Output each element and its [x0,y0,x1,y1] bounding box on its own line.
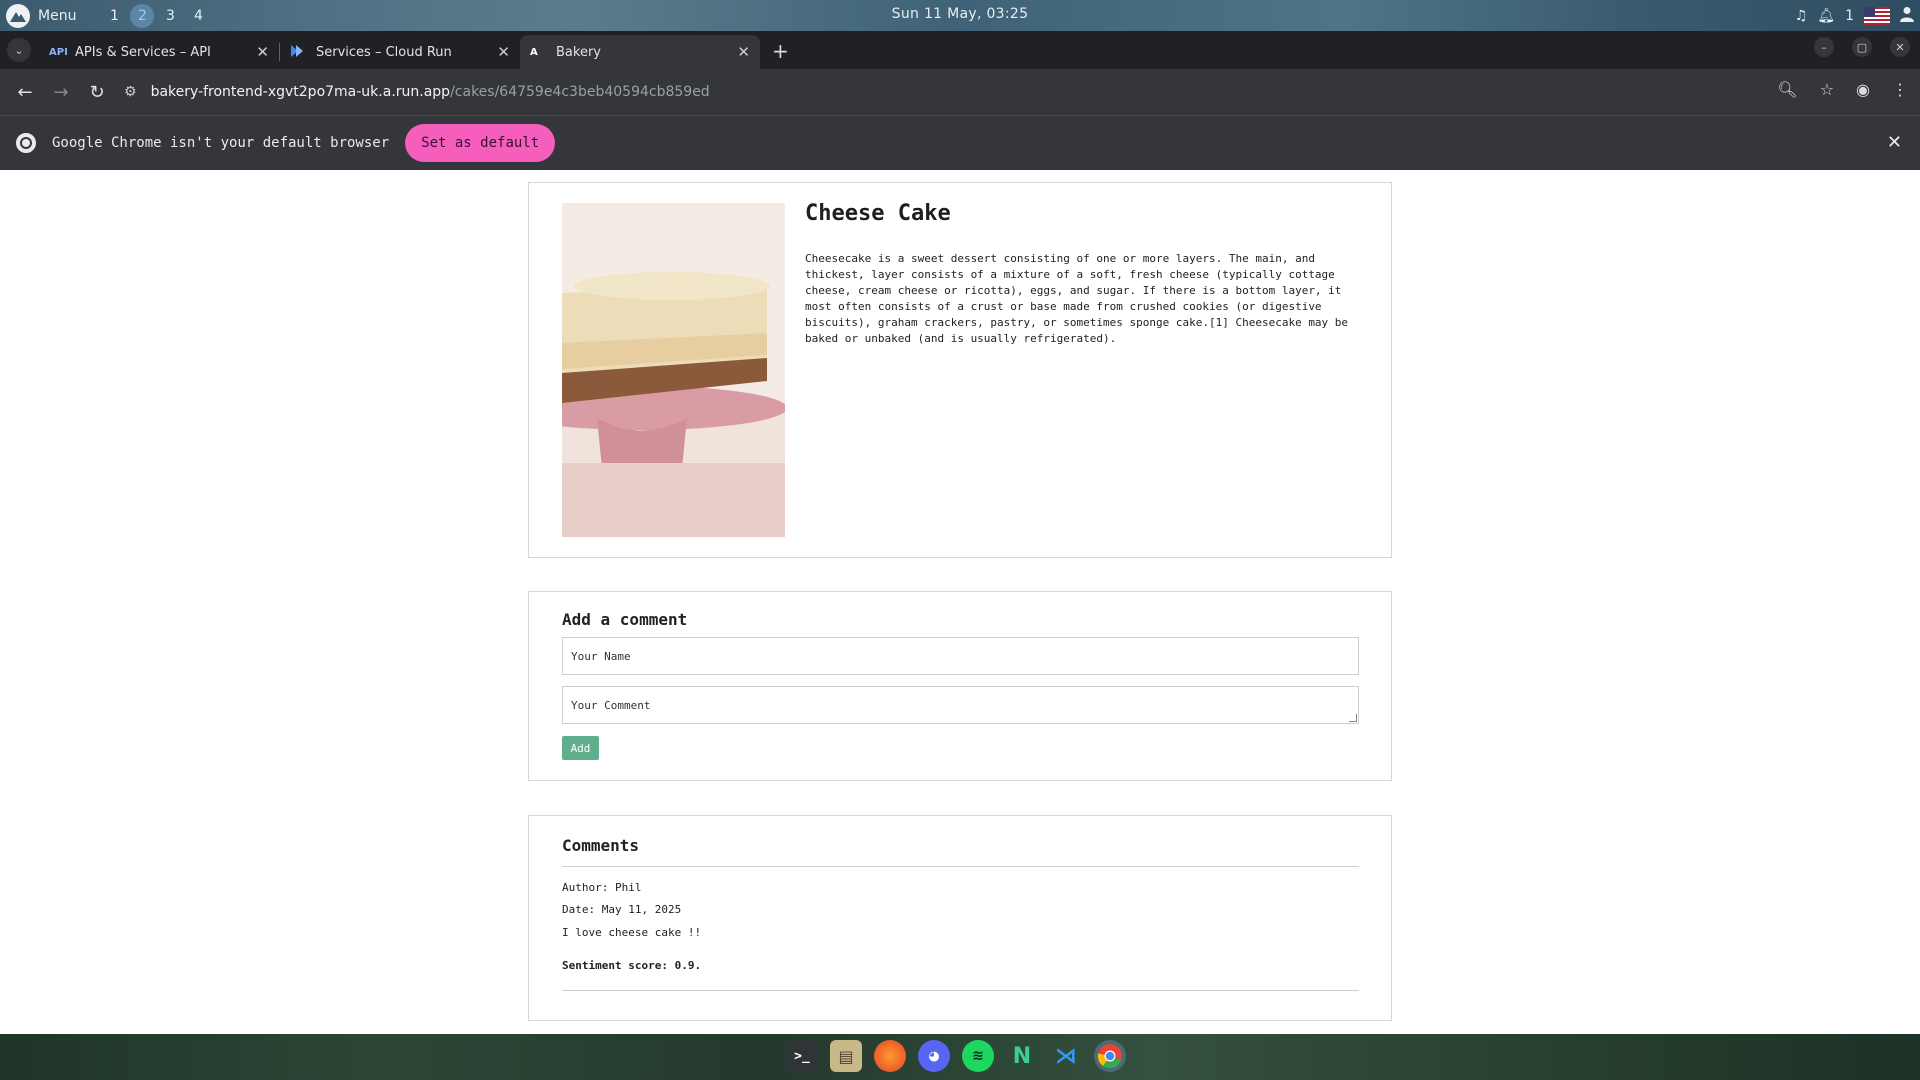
infobar-close-icon[interactable]: ✕ [1887,132,1902,153]
notification-bell-icon[interactable]: 🔔︎ [1817,8,1835,24]
workspace-4[interactable]: 4 [186,4,210,28]
taskbar-dock: >_ ▤ ◕ ≋ N ⋊ [0,1034,1920,1080]
tab-title: APIs & Services – API [75,44,211,60]
spotify-icon[interactable]: ≋ [962,1040,994,1072]
new-tab-plus-icon[interactable]: + [772,39,789,63]
tab-close-icon[interactable]: ✕ [497,43,510,61]
bookmark-star-icon[interactable]: ☆ [1820,80,1834,99]
infobar-message: Google Chrome isn't your default browser [52,135,390,151]
tab-search-chevron-icon[interactable]: ⌄ [7,38,31,62]
user-icon[interactable] [1900,6,1914,26]
maximize-icon[interactable]: ▢ [1852,37,1872,57]
workspace-1[interactable]: 1 [102,4,126,28]
discord-icon[interactable]: ◕ [918,1040,950,1072]
url-host: bakery-frontend-xgvt2po7ma-uk.a.run.app [150,84,451,100]
page-viewport: Cheese Cake Cheesecake is a sweet desser… [0,170,1920,1034]
minimize-icon[interactable]: – [1814,37,1834,57]
comment-date: Date: May 11, 2025 [562,903,682,916]
desktop-top-panel: Menu 1 2 3 4 Sun 11 May, 03:25 ♫ 🔔︎ 1 [0,0,1920,31]
reload-icon[interactable]: ↻ [80,75,114,109]
menu-button[interactable]: Menu [38,8,76,24]
browser-tab-bar: ⌄ API APIs & Services – API ✕ Services –… [0,31,1920,69]
profile-icon[interactable]: ◉ [1856,80,1870,99]
firefox-icon[interactable] [874,1040,906,1072]
keyboard-layout-flag-icon[interactable] [1864,7,1890,25]
comment-author: Author: Phil [562,881,642,894]
add-comment-button[interactable]: Add [562,736,599,760]
comment-text: I love cheese cake !! [562,926,702,939]
terminal-icon[interactable]: >_ [786,1040,818,1072]
toolbar-right: 🔍︎ ☆ ◉ ⋮ [1777,80,1908,99]
tab-bakery[interactable]: A Bakery ✕ [520,35,760,69]
name-input[interactable] [562,637,1359,675]
zoom-icon[interactable]: 🔍︎ [1777,80,1797,99]
tab-apis-services[interactable]: API APIs & Services – API ✕ [39,35,279,69]
textarea-resize-handle-icon[interactable] [1349,714,1357,722]
comments-divider [562,866,1359,867]
comments-heading: Comments [562,836,640,855]
cake-detail-card: Cheese Cake Cheesecake is a sweet desser… [528,182,1392,558]
comment-textarea[interactable] [562,686,1359,724]
chrome-dock-icon[interactable] [1094,1040,1126,1072]
tab-cloud-run[interactable]: Services – Cloud Run ✕ [280,35,520,69]
chrome-logo-icon [16,133,36,153]
add-comment-card: Add a comment Add [528,591,1392,781]
window-controls: – ▢ ✕ [1814,37,1910,57]
cloud-run-favicon-icon [290,44,308,61]
dock-icons: >_ ▤ ◕ ≋ N ⋊ [786,1040,1126,1072]
comment-divider [562,990,1359,991]
back-arrow-icon[interactable]: ← [8,75,42,109]
site-info-tune-icon[interactable]: ⚙ [124,84,137,100]
notion-n-icon[interactable]: N [1006,1040,1038,1072]
panel-tray: ♫ 🔔︎ 1 [1795,4,1914,28]
bakery-favicon-icon: A [530,46,538,58]
menu-logo-icon[interactable] [6,4,30,28]
more-menu-icon[interactable]: ⋮ [1892,80,1908,99]
set-as-default-button[interactable]: Set as default [405,124,556,162]
cake-description: Cheesecake is a sweet dessert consisting… [805,252,1349,345]
panel-left: Menu 1 2 3 4 [6,4,214,28]
browser-toolbar: ← → ↻ ⚙ bakery-frontend-xgvt2po7ma-uk.a.… [0,69,1920,115]
notification-count: 1 [1845,8,1854,24]
panel-clock[interactable]: Sun 11 May, 03:25 [892,6,1029,22]
cheesecake-image [562,203,785,537]
tab-title: Services – Cloud Run [316,44,452,60]
workspace-3[interactable]: 3 [158,4,182,28]
url-path: /cakes/64759e4c3beb40594cb859ed [450,84,710,100]
close-window-icon[interactable]: ✕ [1890,37,1910,57]
music-icon[interactable]: ♫ [1795,8,1808,24]
default-browser-infobar: Google Chrome isn't your default browser… [0,115,1920,170]
comments-card: Comments Author: Phil Date: May 11, 2025… [528,815,1392,1021]
workspace-2[interactable]: 2 [130,4,155,28]
files-icon[interactable]: ▤ [830,1040,862,1072]
tab-title: Bakery [556,44,601,60]
tab-close-icon[interactable]: ✕ [256,43,269,61]
comment-sentiment-score: Sentiment score: 0.9. [562,959,702,972]
cake-title: Cheese Cake [805,201,951,226]
address-bar[interactable]: ⚙ bakery-frontend-xgvt2po7ma-uk.a.run.ap… [124,74,1754,110]
tab-close-icon[interactable]: ✕ [737,43,750,61]
forward-arrow-icon[interactable]: → [44,75,78,109]
vscode-icon[interactable]: ⋊ [1050,1040,1082,1072]
api-favicon-icon: API [49,46,68,58]
add-comment-heading: Add a comment [562,610,688,629]
